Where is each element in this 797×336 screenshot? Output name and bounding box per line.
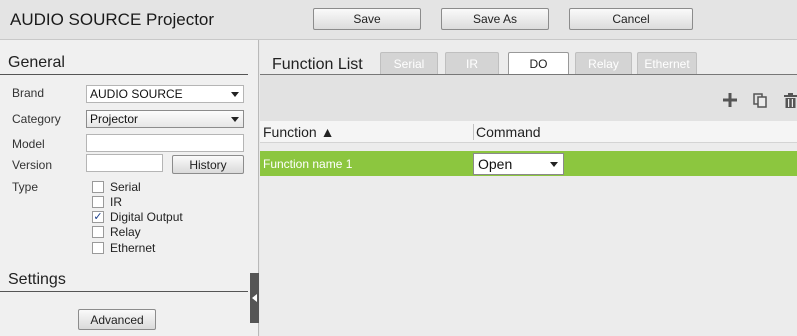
history-button[interactable]: History [172,155,244,174]
command-column-header[interactable]: Command [476,124,541,140]
settings-divider [0,291,248,292]
save-button[interactable]: Save [313,8,421,30]
function-column-header[interactable]: Function ▲ [263,124,334,140]
general-panel: General Brand AUDIO SOURCE Category Proj… [0,40,259,336]
collapse-panel-handle[interactable] [250,273,259,323]
checkbox-box[interactable] [92,241,104,254]
command-value: Open [478,156,513,172]
tab-do[interactable]: DO [508,52,569,75]
tab-ir[interactable]: IR [445,52,499,75]
function-list-title: Function List [272,56,363,73]
function-toolbar [260,75,797,121]
type-relay-label: Relay [110,224,141,239]
model-input[interactable] [86,134,244,152]
type-serial-label: Serial [110,179,141,194]
chevron-down-icon [231,117,239,122]
general-heading: General [8,54,65,71]
type-ir-label: IR [110,194,122,209]
type-label: Type [12,180,39,194]
copy-icon[interactable] [753,93,767,113]
category-label: Category [12,112,61,126]
tab-ethernet[interactable]: Ethernet [637,52,697,75]
advanced-button[interactable]: Advanced [78,309,156,330]
function-list-panel: Function List Serial IR DO Relay Etherne… [260,40,797,336]
brand-select[interactable]: AUDIO SOURCE [86,85,244,103]
save-as-button[interactable]: Save As [441,8,549,30]
type-digital-output-label: Digital Output [110,209,183,224]
chevron-down-icon [231,92,239,97]
general-divider [0,74,248,75]
type-serial-checkbox[interactable]: Serial [92,179,141,194]
chevron-down-icon [550,162,558,167]
checkbox-box[interactable] [92,180,104,193]
brand-value: AUDIO SOURCE [90,87,183,101]
type-digital-output-checkbox[interactable]: ✓ Digital Output [92,209,183,224]
table-row[interactable]: Function name 1 Open [260,151,797,176]
category-select[interactable]: Projector [86,110,244,128]
checkbox-box[interactable] [92,195,104,208]
type-ethernet-label: Ethernet [110,240,156,255]
tab-serial[interactable]: Serial [380,52,438,75]
cancel-button[interactable]: Cancel [569,8,693,30]
type-ethernet-checkbox[interactable]: Ethernet [92,240,156,255]
model-label: Model [12,137,45,151]
chevron-left-icon [252,294,257,302]
function-name-cell[interactable]: Function name 1 [263,157,352,171]
version-label: Version [12,158,53,172]
version-input[interactable] [86,154,163,172]
trash-icon[interactable] [784,93,797,113]
checkmark-icon[interactable]: ✓ [92,210,104,223]
command-select[interactable]: Open [473,153,564,175]
column-separator [473,124,474,140]
tab-relay[interactable]: Relay [575,52,632,75]
category-value: Projector [90,112,139,126]
checkbox-box[interactable] [92,225,104,238]
function-table-header: Function ▲ Command [260,121,797,143]
title-bar: AUDIO SOURCE Projector Save Save As Canc… [0,0,797,40]
plus-icon[interactable] [723,93,737,112]
window-title: AUDIO SOURCE Projector [10,10,215,29]
type-ir-checkbox[interactable]: IR [92,194,122,209]
settings-heading: Settings [8,271,66,288]
type-relay-checkbox[interactable]: Relay [92,224,141,239]
brand-label: Brand [12,86,45,100]
